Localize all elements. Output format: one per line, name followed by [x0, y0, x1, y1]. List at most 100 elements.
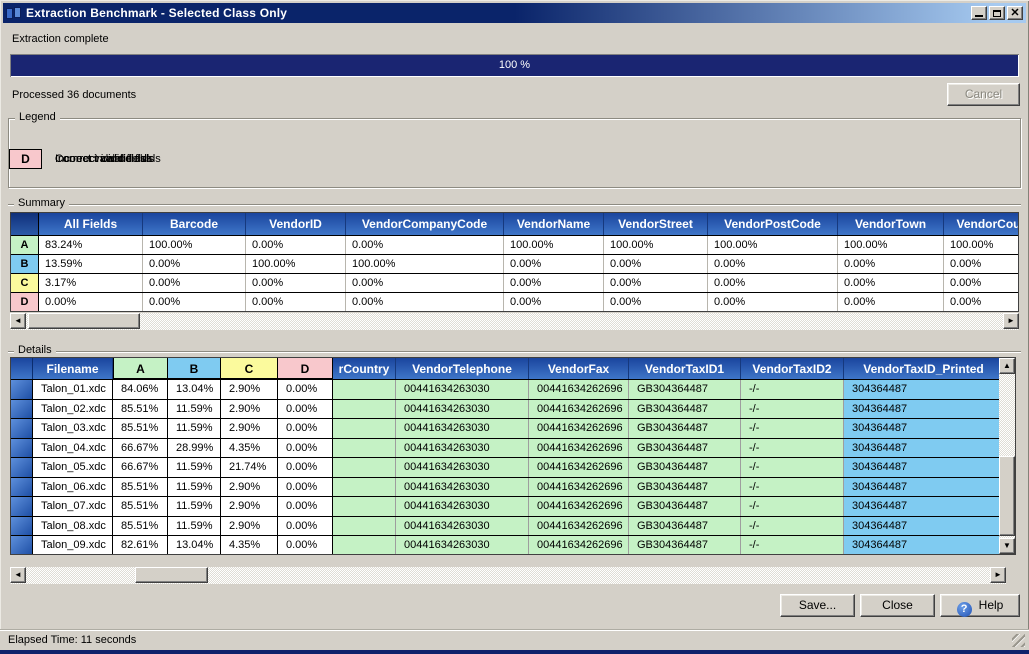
summary-column-header[interactable]: VendorCompanyCode	[346, 213, 504, 235]
summary-cell: 13.59%	[39, 255, 143, 273]
details-column-header-c[interactable]: C	[221, 358, 278, 379]
scroll-up-button[interactable]: ▲	[999, 358, 1015, 374]
legend-item: D Incorrect valid fields	[9, 149, 152, 169]
vendor-telephone-cell: 00441634263030	[396, 439, 529, 458]
filename-cell: Talon_02.xdc	[33, 400, 113, 419]
vendor-telephone-cell: 00441634263030	[396, 536, 529, 554]
b-percent-cell: 13.04%	[168, 536, 221, 554]
details-column-header[interactable]: VendorTelephone	[396, 358, 529, 379]
details-column-header-d[interactable]: D	[278, 358, 333, 379]
row-selector[interactable]	[11, 497, 33, 516]
a-percent-cell: 85.51%	[113, 517, 168, 536]
summary-hscrollbar[interactable]: ◄ ►	[10, 313, 1019, 330]
row-selector[interactable]	[11, 439, 33, 458]
window-title: Extraction Benchmark - Selected Class On…	[26, 6, 287, 20]
details-row[interactable]: Talon_06.xdc 85.51% 11.59% 2.90% 0.00% 0…	[11, 478, 1001, 498]
vendor-fax-cell: 00441634262696	[529, 400, 629, 419]
progress-fill: 100 %	[11, 55, 1018, 76]
details-hscrollbar[interactable]: ◄ ►	[10, 567, 1006, 584]
details-column-header[interactable]: VendorTaxID_Printed	[844, 358, 1001, 379]
details-row[interactable]: Talon_04.xdc 66.67% 28.99% 4.35% 0.00% 0…	[11, 439, 1001, 459]
cancel-button[interactable]: Cancel	[947, 83, 1020, 106]
save-button[interactable]: Save...	[780, 594, 855, 617]
scroll-down-button[interactable]: ▼	[999, 538, 1015, 554]
summary-column-header[interactable]: VendorID	[246, 213, 346, 235]
summary-column-header[interactable]: VendorCou	[944, 213, 1019, 235]
scroll-left-button[interactable]: ◄	[10, 313, 26, 329]
close-dialog-button[interactable]: Close	[860, 594, 935, 617]
details-row[interactable]: Talon_01.xdc 84.06% 13.04% 2.90% 0.00% 0…	[11, 380, 1001, 400]
summary-cell: 0.00%	[944, 274, 1019, 292]
row-selector[interactable]	[11, 458, 33, 477]
minimize-icon	[975, 10, 983, 17]
details-row[interactable]: Talon_02.xdc 85.51% 11.59% 2.90% 0.00% 0…	[11, 400, 1001, 420]
progress-bar: 100 %	[10, 54, 1019, 77]
vendor-taxid2-cell: -/-	[741, 439, 844, 458]
summary-cell: 0.00%	[944, 293, 1019, 311]
vendor-country-cell	[333, 419, 396, 438]
summary-column-header[interactable]: VendorTown	[838, 213, 944, 235]
details-row[interactable]: Talon_05.xdc 66.67% 11.59% 21.74% 0.00% …	[11, 458, 1001, 478]
extraction-status-text: Extraction complete	[12, 33, 109, 45]
bottom-border-strip	[0, 650, 1029, 654]
summary-cell: 0.00%	[604, 293, 708, 311]
summary-cell: 0.00%	[39, 293, 143, 311]
scroll-right-button[interactable]: ►	[990, 567, 1006, 583]
summary-column-header[interactable]: VendorName	[504, 213, 604, 235]
vendor-telephone-cell: 00441634263030	[396, 458, 529, 477]
details-row[interactable]: Talon_08.xdc 85.51% 11.59% 2.90% 0.00% 0…	[11, 517, 1001, 537]
close-button[interactable]: ✕	[1007, 6, 1023, 20]
vendor-taxid2-cell: -/-	[741, 478, 844, 497]
details-row[interactable]: Talon_07.xdc 85.51% 11.59% 2.90% 0.00% 0…	[11, 497, 1001, 517]
summary-cell: 0.00%	[346, 274, 504, 292]
details-column-header[interactable]: Filename	[33, 358, 113, 379]
summary-hscroll-thumb[interactable]	[28, 313, 140, 329]
summary-column-header[interactable]: VendorStreet	[604, 213, 708, 235]
a-percent-cell: 85.51%	[113, 400, 168, 419]
resize-grip[interactable]	[1012, 634, 1025, 647]
summary-row: B 13.59% 0.00% 100.00% 100.00% 0.00% 0.0…	[11, 255, 1018, 274]
minimize-button[interactable]	[971, 6, 987, 20]
summary-column-header[interactable]: VendorPostCode	[708, 213, 838, 235]
row-selector[interactable]	[11, 517, 33, 536]
details-column-header-a[interactable]: A	[113, 358, 168, 379]
summary-column-header[interactable]: All Fields	[39, 213, 143, 235]
details-vscrollbar[interactable]: ▲ ▼	[999, 358, 1015, 554]
d-percent-cell: 0.00%	[278, 517, 333, 536]
details-column-header[interactable]: VendorTaxID2	[741, 358, 844, 379]
row-selector[interactable]	[11, 478, 33, 497]
details-hscroll-thumb[interactable]	[135, 567, 208, 583]
details-section-divider: Details	[8, 351, 1021, 353]
c-percent-cell: 2.90%	[221, 517, 278, 536]
details-row[interactable]: Talon_09.xdc 82.61% 13.04% 4.35% 0.00% 0…	[11, 536, 1001, 554]
scroll-left-button[interactable]: ◄	[10, 567, 26, 583]
row-selector[interactable]	[11, 380, 33, 399]
vendor-taxid-printed-cell: 304364487	[844, 439, 1001, 458]
details-column-header-b[interactable]: B	[168, 358, 221, 379]
details-column-header[interactable]: rCountry	[333, 358, 396, 379]
details-column-header[interactable]: VendorFax	[529, 358, 629, 379]
maximize-button[interactable]	[989, 6, 1005, 20]
summary-cell: 0.00%	[246, 236, 346, 254]
scroll-right-icon: ►	[1007, 316, 1015, 325]
row-selector[interactable]	[11, 536, 33, 554]
filename-cell: Talon_08.xdc	[33, 517, 113, 536]
details-row[interactable]: Talon_03.xdc 85.51% 11.59% 2.90% 0.00% 0…	[11, 419, 1001, 439]
row-selector[interactable]	[11, 400, 33, 419]
scroll-right-button[interactable]: ►	[1003, 313, 1019, 329]
filename-cell: Talon_06.xdc	[33, 478, 113, 497]
row-selector[interactable]	[11, 419, 33, 438]
help-button[interactable]: ?Help	[940, 594, 1020, 617]
maximize-icon	[993, 10, 1001, 17]
scroll-left-icon: ◄	[14, 316, 22, 325]
d-percent-cell: 0.00%	[278, 439, 333, 458]
vendor-taxid1-cell: GB304364487	[629, 419, 741, 438]
summary-column-header[interactable]: Barcode	[143, 213, 246, 235]
title-bar[interactable]: Extraction Benchmark - Selected Class On…	[3, 3, 1026, 23]
vendor-taxid1-cell: GB304364487	[629, 497, 741, 516]
summary-row-key: A	[11, 236, 39, 254]
details-column-header[interactable]: VendorTaxID1	[629, 358, 741, 379]
details-vscroll-thumb[interactable]	[999, 456, 1015, 536]
app-icon	[6, 6, 22, 20]
summary-cell: 83.24%	[39, 236, 143, 254]
